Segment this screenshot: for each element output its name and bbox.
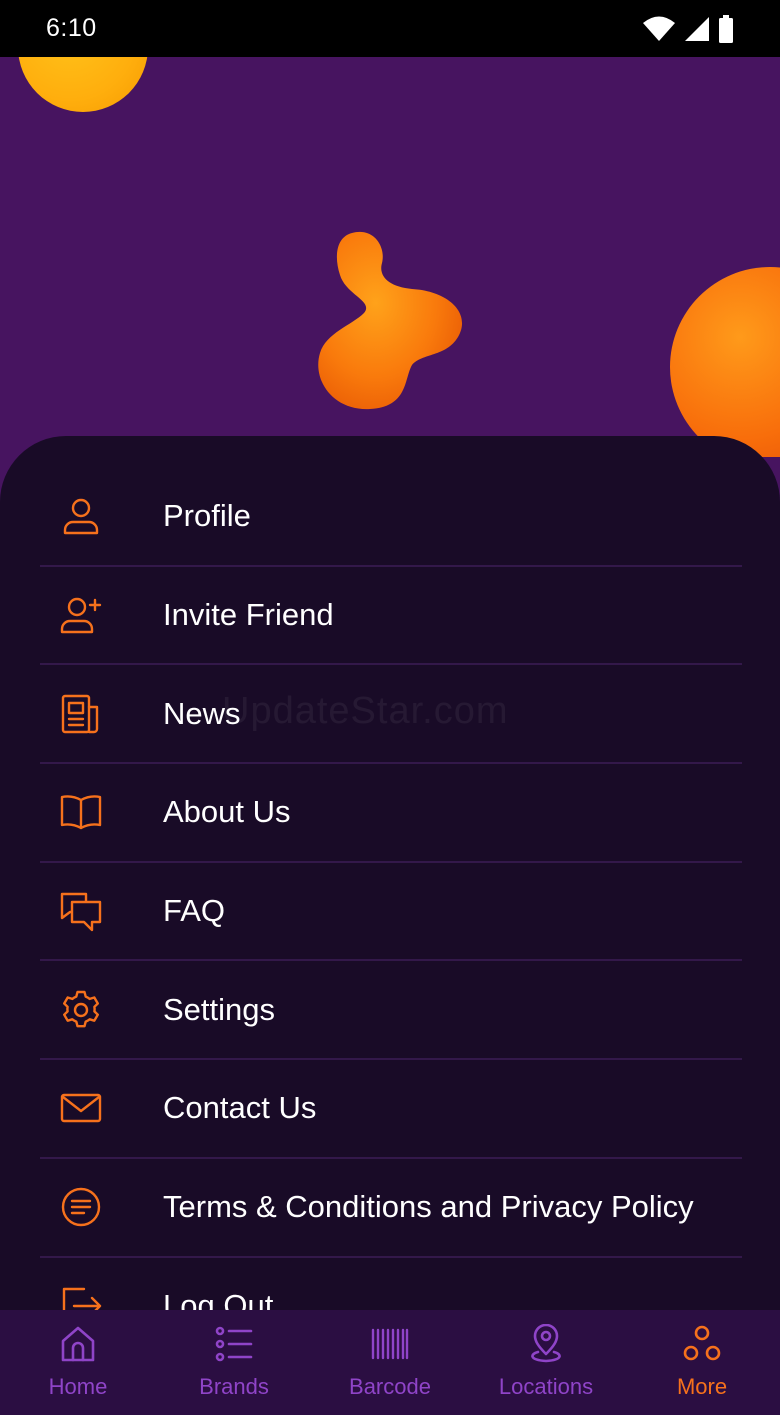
status-icons: [642, 14, 734, 43]
nav-label: Barcode: [349, 1374, 431, 1399]
menu-item-log-out[interactable]: Log Out: [40, 1258, 742, 1310]
envelope-icon: [58, 1085, 104, 1131]
nav-label: More: [676, 1374, 728, 1399]
document-lines-icon: [58, 1184, 104, 1230]
chat-bubbles-icon: [58, 888, 104, 934]
status-time: 6:10: [46, 14, 97, 42]
menu-item-faq[interactable]: FAQ: [40, 863, 742, 962]
menu-item-label: Log Out: [163, 1287, 274, 1310]
status-bar: 6:10: [0, 0, 780, 57]
hero-banner: [0, 57, 780, 457]
nav-item-barcode[interactable]: Barcode: [312, 1310, 468, 1415]
signal-icon: [685, 16, 709, 41]
nav-label: Locations: [498, 1374, 594, 1399]
user-icon: [58, 493, 104, 539]
menu-item-label: Settings: [163, 991, 276, 1027]
menu-item-settings[interactable]: Settings: [40, 961, 742, 1061]
menu-sheet: UpdateStar.com Profile Invite Friend New…: [0, 436, 780, 1310]
menu-list: Profile Invite Friend News About Us FAQ …: [40, 468, 742, 1310]
menu-item-label: Contact Us: [163, 1090, 317, 1126]
menu-item-invite-friend[interactable]: Invite Friend: [40, 567, 742, 666]
location-pin-icon: [531, 1324, 561, 1363]
more-screen: 6:10 UpdateStar.com Profile Invite Frien…: [0, 0, 780, 1415]
nav-item-brands[interactable]: Brands: [156, 1310, 312, 1415]
nav-item-home[interactable]: Home: [0, 1310, 156, 1415]
book-open-icon: [58, 789, 104, 835]
list-icon: [215, 1326, 253, 1362]
decorative-circle-orange: [670, 267, 780, 457]
menu-item-label: Profile: [163, 498, 251, 534]
menu-item-about-us[interactable]: About Us: [40, 764, 742, 863]
newspaper-icon: [58, 691, 104, 737]
logout-icon: [58, 1283, 104, 1310]
menu-item-label: News: [163, 695, 241, 731]
menu-item-label: Invite Friend: [163, 597, 334, 633]
menu-item-profile[interactable]: Profile: [40, 468, 742, 567]
battery-icon: [719, 14, 733, 43]
menu-item-news[interactable]: News: [40, 665, 742, 765]
nav-label: Home: [48, 1374, 108, 1399]
more-circles-icon: [683, 1325, 721, 1361]
wifi-icon: [643, 16, 675, 41]
bottom-nav: Home Brands Barcode Locations More: [0, 1310, 780, 1415]
nav-item-locations[interactable]: Locations: [468, 1310, 624, 1415]
menu-item-label: About Us: [163, 794, 291, 830]
menu-item-label: FAQ: [163, 893, 226, 929]
menu-item-contact-us[interactable]: Contact Us: [40, 1060, 742, 1159]
home-icon: [61, 1326, 95, 1362]
gear-icon: [58, 987, 104, 1033]
user-plus-icon: [58, 592, 104, 638]
decorative-circle-yellow: [18, 57, 148, 112]
barcode-icon: [371, 1328, 409, 1360]
decorative-blob: [318, 231, 463, 410]
nav-label: Brands: [199, 1374, 269, 1399]
menu-item-terms-privacy[interactable]: Terms & Conditions and Privacy Policy: [40, 1159, 742, 1258]
menu-item-label: Terms & Conditions and Privacy Policy: [163, 1189, 694, 1225]
nav-item-more[interactable]: More: [624, 1310, 780, 1415]
